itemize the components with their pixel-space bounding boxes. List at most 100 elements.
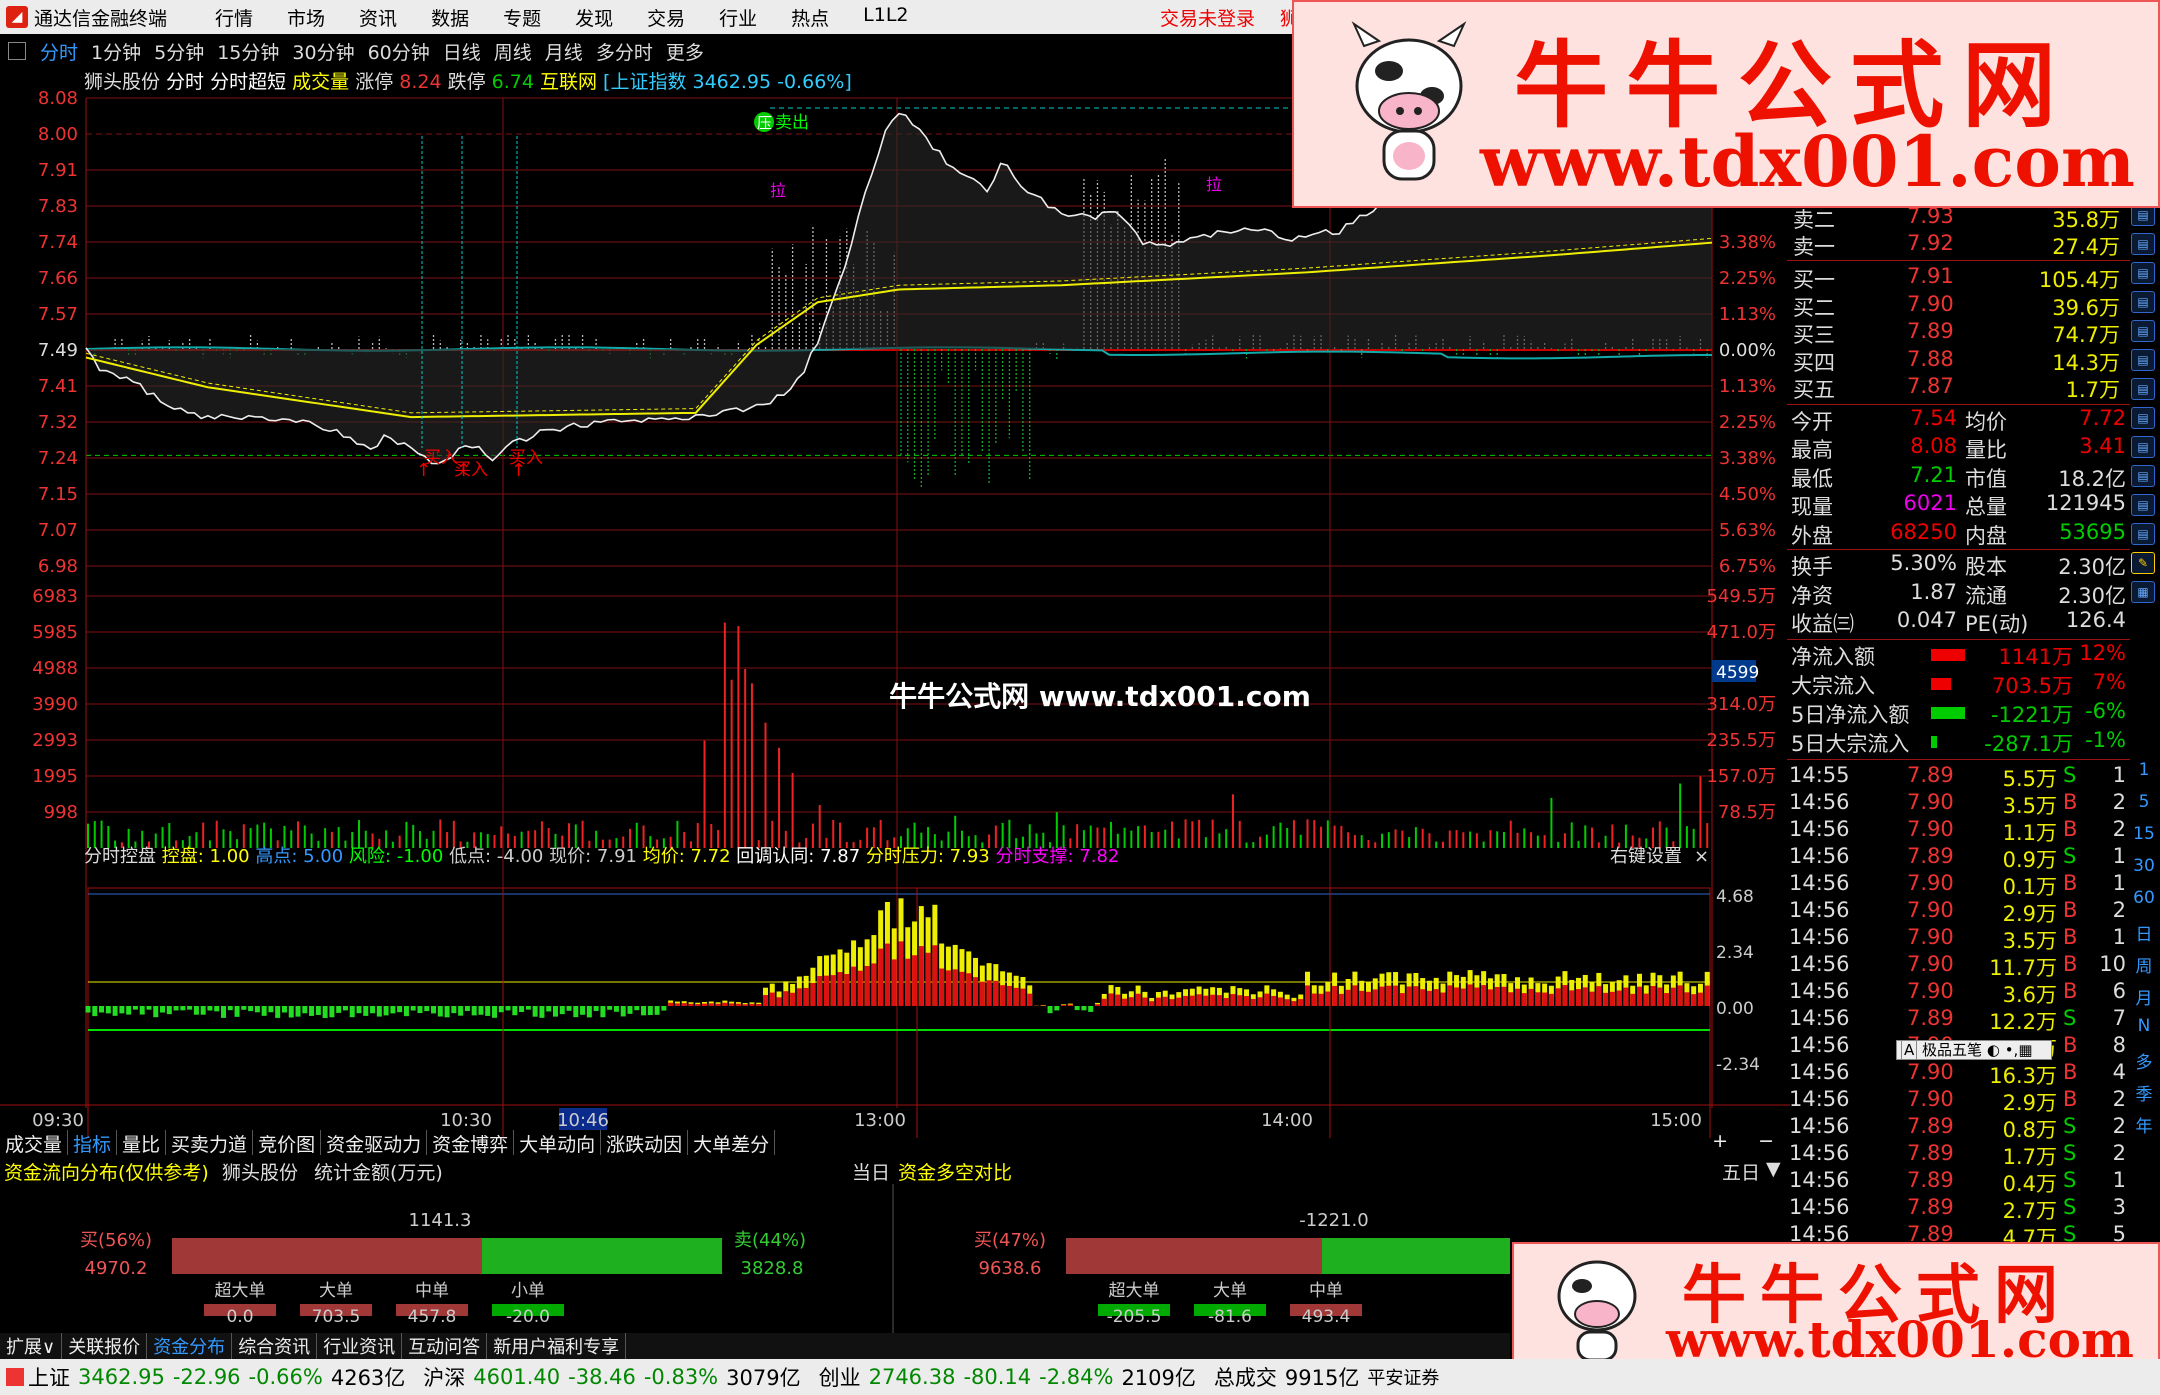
dropdown-icon[interactable]: ▼: [1766, 1158, 1781, 1180]
ind-bar-neg: [336, 1006, 342, 1013]
ind-tab-7[interactable]: 大单动向: [514, 1130, 602, 1156]
add-button[interactable]: +: [1712, 1130, 1728, 1155]
menu-item-6[interactable]: 交易: [647, 4, 685, 31]
trend-icon[interactable]: ▤: [2131, 465, 2155, 487]
menu-item-2[interactable]: 资讯: [359, 4, 397, 31]
bottom-tab-5[interactable]: 互动问答: [402, 1333, 488, 1359]
f10-icon[interactable]: ▤: [2131, 291, 2155, 313]
news-icon[interactable]: ▤: [2131, 436, 2155, 458]
stat-label: 今开: [1791, 409, 1833, 434]
menu-item-8[interactable]: 热点: [791, 4, 829, 31]
stat-label: 收益㈢: [1791, 612, 1854, 636]
bottom-tab-6[interactable]: 新用户福利专享: [487, 1333, 627, 1359]
bottom-tab-0[interactable]: 扩展∨: [0, 1333, 63, 1359]
ind-bar-core: [891, 959, 897, 1006]
side-period-9[interactable]: 多: [2130, 1048, 2158, 1073]
period-tab-3[interactable]: 15分钟: [217, 38, 279, 65]
menu-item-1[interactable]: 市场: [287, 4, 325, 31]
info-icon[interactable]: ▤: [2131, 320, 2155, 342]
ind-tab-5[interactable]: 资金驱动力: [321, 1130, 428, 1156]
stat-value: 7.72: [2079, 405, 2126, 430]
doc-icon[interactable]: ▤: [2131, 349, 2155, 371]
ind-tab-1[interactable]: 指标: [68, 1130, 118, 1156]
ind-tab-4[interactable]: 竞价图: [253, 1130, 322, 1156]
ind-bar-neg: [234, 1006, 240, 1017]
fx-icon[interactable]: ▤: [2131, 407, 2155, 429]
menu-item-9[interactable]: L1L2: [863, 4, 908, 31]
flow-icon[interactable]: ▤: [2131, 494, 2155, 516]
ind-bar-core: [1271, 995, 1277, 1006]
tick-count: 8: [2112, 1032, 2126, 1057]
settings-link[interactable]: 右键设置: [1610, 846, 1682, 867]
bid-label: 买五: [1793, 378, 1835, 402]
side-period-11[interactable]: 年: [2130, 1112, 2158, 1137]
period-tab-6[interactable]: 日线: [443, 38, 481, 65]
remove-button[interactable]: −: [1758, 1130, 1774, 1155]
side-period-10[interactable]: 季: [2130, 1080, 2158, 1105]
period-tab-10[interactable]: 更多: [666, 38, 704, 65]
period-tab-1[interactable]: 1分钟: [91, 38, 141, 65]
period-tab-7[interactable]: 周线: [494, 38, 532, 65]
watermark-ad-top: 牛牛公式网 www.tdx001.com: [1292, 0, 2160, 208]
side-period-2[interactable]: 15: [2130, 824, 2158, 844]
fund-day-tab[interactable]: 当日: [852, 1158, 890, 1185]
side-period-8[interactable]: N: [2130, 1016, 2158, 1036]
bottom-tab-2[interactable]: 资金分布: [147, 1333, 233, 1359]
ind-bar-neg: [458, 1006, 464, 1016]
menu-item-5[interactable]: 发现: [575, 4, 613, 31]
side-period-5[interactable]: 日: [2130, 920, 2158, 945]
side-period-1[interactable]: 5: [2130, 792, 2158, 812]
bottom-tab-3[interactable]: 综合资讯: [232, 1333, 318, 1359]
period-tab-4[interactable]: 30分钟: [292, 38, 354, 65]
side-period-3[interactable]: 30: [2130, 856, 2158, 876]
side-period-6[interactable]: 周: [2130, 952, 2158, 977]
period-tab-2[interactable]: 5分钟: [154, 38, 204, 65]
ind-tab-3[interactable]: 买卖力道: [166, 1130, 254, 1156]
ind-tab-9[interactable]: 大单差分: [688, 1130, 776, 1156]
period-tab-0[interactable]: 分时: [40, 38, 78, 65]
ind-tab-6[interactable]: 资金博弈: [427, 1130, 515, 1156]
intraday-chart[interactable]: 狮头股份 分时 分时超短 成交量 涨停 8.24 跌停 6.74 互联网 [上证…: [0, 68, 1790, 1138]
fund-buy-pct: 买(47%): [974, 1230, 1046, 1251]
collapse-icon[interactable]: [8, 42, 26, 60]
period-tab-9[interactable]: 多分时: [596, 38, 653, 65]
ind-bar-core: [952, 969, 958, 1006]
menu-item-3[interactable]: 数据: [431, 4, 469, 31]
ind-bar-neg: [261, 1006, 267, 1016]
menu-item-4[interactable]: 专题: [503, 4, 541, 31]
index-name[interactable]: 沪深: [423, 1362, 465, 1392]
ind-bar-neg: [580, 1006, 586, 1015]
fund-cat-name: 超大单: [1109, 1281, 1160, 1301]
menu-item-0[interactable]: 行情: [215, 4, 253, 31]
bottom-tab-1[interactable]: 关联报价: [62, 1333, 148, 1359]
side-period-4[interactable]: 60: [2130, 888, 2158, 908]
candle-icon[interactable]: ▤: [2131, 233, 2155, 255]
bottom-tab-4[interactable]: 行业资讯: [317, 1333, 403, 1359]
fund-right-day[interactable]: 五日: [1722, 1158, 1760, 1185]
grid-icon[interactable]: ▦: [2131, 581, 2155, 603]
menu-item-7[interactable]: 行业: [719, 4, 757, 31]
flow-pct: -1%: [2085, 727, 2126, 752]
index-name[interactable]: 上证: [28, 1362, 70, 1392]
ind-tick-3: -2.34: [1716, 1055, 1760, 1075]
stat-value: 126.4: [2065, 608, 2126, 632]
ime-popup[interactable]: A 极品五笔 ◐ •,▦: [1896, 1040, 2052, 1060]
side-period-7[interactable]: 月: [2130, 984, 2158, 1009]
ind-tab-0[interactable]: 成交量: [0, 1130, 69, 1156]
login-status[interactable]: 交易未登录: [1160, 4, 1255, 31]
ime-icon: A: [1901, 1040, 1918, 1060]
bid-label: 买一: [1793, 268, 1835, 292]
ind-tab-2[interactable]: 量比: [117, 1130, 167, 1156]
side-period-0[interactable]: 1: [2130, 760, 2158, 780]
period-tab-8[interactable]: 月线: [545, 38, 583, 65]
close-icon[interactable]: ×: [1694, 846, 1709, 867]
ind-tab-8[interactable]: 涨跌动因: [601, 1130, 689, 1156]
period-tab-5[interactable]: 60分钟: [368, 38, 430, 65]
quote-row: 换手 5.30% 股本 2.30亿: [1787, 551, 2130, 580]
edit-icon[interactable]: ✎: [2131, 552, 2155, 574]
tick-volume: 3.5万: [2002, 793, 2057, 818]
list-icon[interactable]: ▤: [2131, 262, 2155, 284]
signal-icon[interactable]: ▤: [2131, 523, 2155, 545]
stats-icon[interactable]: ▤: [2131, 378, 2155, 400]
index-name[interactable]: 创业: [819, 1362, 861, 1392]
